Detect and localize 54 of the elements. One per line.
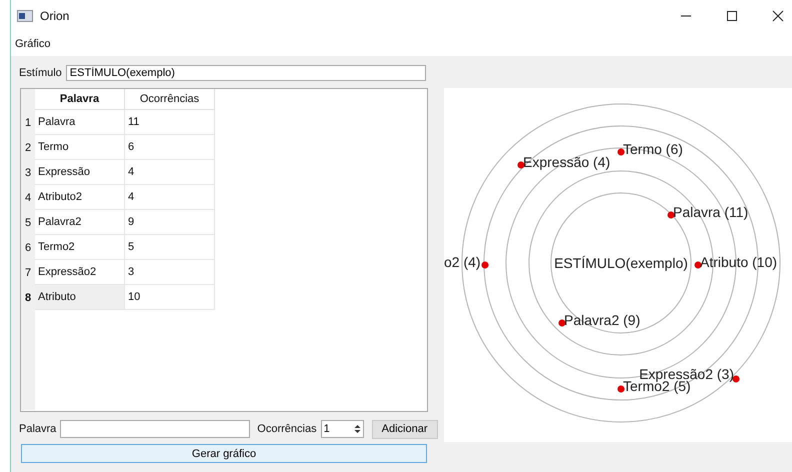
row-number[interactable]: 7 — [21, 260, 35, 285]
field-label: Ocorrências — [257, 423, 317, 435]
row-number[interactable]: 3 — [21, 160, 35, 185]
node-dot — [694, 262, 702, 268]
maximize-icon[interactable] — [726, 10, 738, 22]
node-dot — [732, 376, 740, 382]
row-number[interactable]: 4 — [21, 185, 35, 210]
node-dot — [617, 148, 624, 156]
row-number[interactable]: 6 — [21, 235, 35, 260]
node-label: Termo (6) — [622, 141, 682, 157]
table-cell: Atributo2 — [35, 185, 125, 210]
field-label: Palavra — [19, 423, 56, 435]
table-cell: Palavra2 — [35, 210, 125, 235]
node-dot — [481, 262, 488, 268]
spin-arrows-icon[interactable] — [352, 423, 362, 435]
node-dot — [617, 386, 624, 392]
table-cell: 4 — [125, 160, 215, 185]
header-corner — [21, 89, 35, 110]
generate-chart-button[interactable]: Gerar gráfico — [21, 444, 427, 463]
table-cell: 3 — [125, 260, 215, 285]
row-number[interactable]: 2 — [21, 135, 35, 160]
table-cell: Expressão — [35, 160, 125, 185]
table-cell: Termo2 — [35, 235, 125, 260]
node-label: Palavra2 (9) — [564, 312, 640, 328]
table-cell: Atributo — [35, 285, 125, 310]
table-cell: Termo — [35, 135, 125, 160]
app-icon — [17, 10, 33, 22]
window-title: Orion — [40, 9, 70, 23]
menu-item[interactable]: Gráfico — [15, 38, 50, 50]
add-button[interactable]: Adicionar — [372, 420, 438, 438]
node-dot — [667, 212, 674, 218]
field-label: Estímulo — [19, 67, 62, 79]
node-dot — [517, 162, 524, 168]
table-cell: Palavra — [35, 110, 125, 135]
count-spinbox[interactable]: 1 — [320, 420, 364, 438]
table-cell: 5 — [125, 235, 215, 260]
center-label: ESTÍMULO(exemplo) — [554, 255, 688, 271]
table-cell: 11 — [125, 110, 215, 135]
row-number[interactable]: 1 — [21, 110, 35, 135]
row-number[interactable]: 8 — [21, 285, 35, 310]
node-label: Expressão (4) — [522, 154, 610, 170]
close-icon[interactable] — [772, 10, 784, 22]
row-number[interactable]: 5 — [21, 210, 35, 235]
table-cell: 10 — [125, 285, 215, 310]
node-label: o2 (4) — [444, 254, 480, 270]
node-dot — [558, 320, 566, 326]
table-cell: 4 — [125, 185, 215, 210]
node-label: Atributo (10) — [700, 254, 777, 270]
table-cell: 6 — [125, 135, 215, 160]
node-label: Palavra (11) — [672, 204, 748, 220]
column-header[interactable]: Ocorrências — [125, 89, 215, 110]
word-field[interactable] — [60, 420, 250, 438]
table-cell: 9 — [125, 210, 215, 235]
column-header[interactable]: Palavra — [35, 89, 125, 110]
